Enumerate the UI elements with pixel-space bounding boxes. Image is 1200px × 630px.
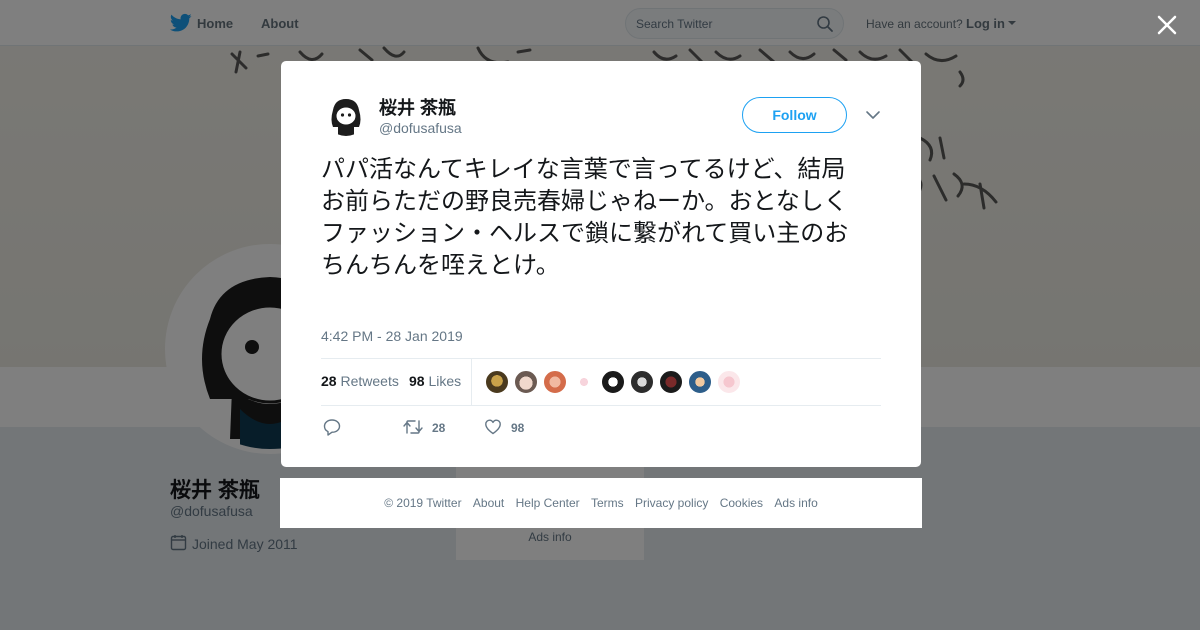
retweet-icon[interactable] xyxy=(403,418,423,436)
footer-cookies-link[interactable]: Cookies xyxy=(720,496,763,510)
footer-terms-link[interactable]: Terms xyxy=(591,496,624,510)
liker-avatar[interactable] xyxy=(600,369,626,395)
heart-icon[interactable] xyxy=(484,418,502,436)
retweets-count: 28 xyxy=(321,373,337,389)
liker-avatar[interactable] xyxy=(716,369,742,395)
footer-links: © 2019 Twitter About Help Center Terms P… xyxy=(280,496,922,510)
retweet-action-count: 28 xyxy=(432,421,446,435)
footer-privacy-link[interactable]: Privacy policy xyxy=(635,496,708,510)
liker-avatar[interactable] xyxy=(571,369,597,395)
stats-vertical-divider xyxy=(471,358,472,405)
reply-icon[interactable] xyxy=(323,418,341,436)
like-action-count: 98 xyxy=(511,421,525,435)
tweet-permalink-modal: 桜井 茶瓶 @dofusafusa Follow パパ活なんてキレイな言葉で言っ… xyxy=(281,61,921,467)
liker-avatar[interactable] xyxy=(658,369,684,395)
retweets-stat[interactable]: 28 Retweets xyxy=(321,373,399,389)
tweet-text: パパ活なんてキレイな言葉で言ってるけど、結局お前らただの野良売春婦じゃねーか。お… xyxy=(321,155,849,279)
footer-ads-info-link[interactable]: Ads info xyxy=(774,496,817,510)
tweet-author-name[interactable]: 桜井 茶瓶 xyxy=(379,94,456,120)
liker-avatar[interactable] xyxy=(513,369,539,395)
liker-avatar[interactable] xyxy=(629,369,655,395)
footer-about-link[interactable]: About xyxy=(473,496,504,510)
retweets-label: Retweets xyxy=(340,373,399,389)
modal-footer: © 2019 Twitter About Help Center Terms P… xyxy=(280,478,922,528)
liker-avatar[interactable] xyxy=(542,369,568,395)
footer-help-center-link[interactable]: Help Center xyxy=(516,496,580,510)
stats-divider xyxy=(321,405,881,406)
stats-divider xyxy=(321,358,881,359)
liker-avatar[interactable] xyxy=(484,369,510,395)
author-avatar-image xyxy=(325,94,367,136)
tweet-author-avatar[interactable] xyxy=(325,94,367,136)
tweet-author-handle[interactable]: @dofusafusa xyxy=(379,120,462,136)
likes-stat[interactable]: 98 Likes xyxy=(409,373,461,389)
close-icon[interactable] xyxy=(1154,12,1180,38)
tweet-timestamp[interactable]: 4:42 PM - 28 Jan 2019 xyxy=(321,328,463,344)
chevron-down-icon[interactable] xyxy=(865,109,881,121)
likes-label: Likes xyxy=(428,373,462,389)
follow-button[interactable]: Follow xyxy=(742,97,847,133)
liker-avatar[interactable] xyxy=(687,369,713,395)
footer-copyright: © 2019 Twitter xyxy=(384,496,462,510)
likes-count: 98 xyxy=(409,373,425,389)
